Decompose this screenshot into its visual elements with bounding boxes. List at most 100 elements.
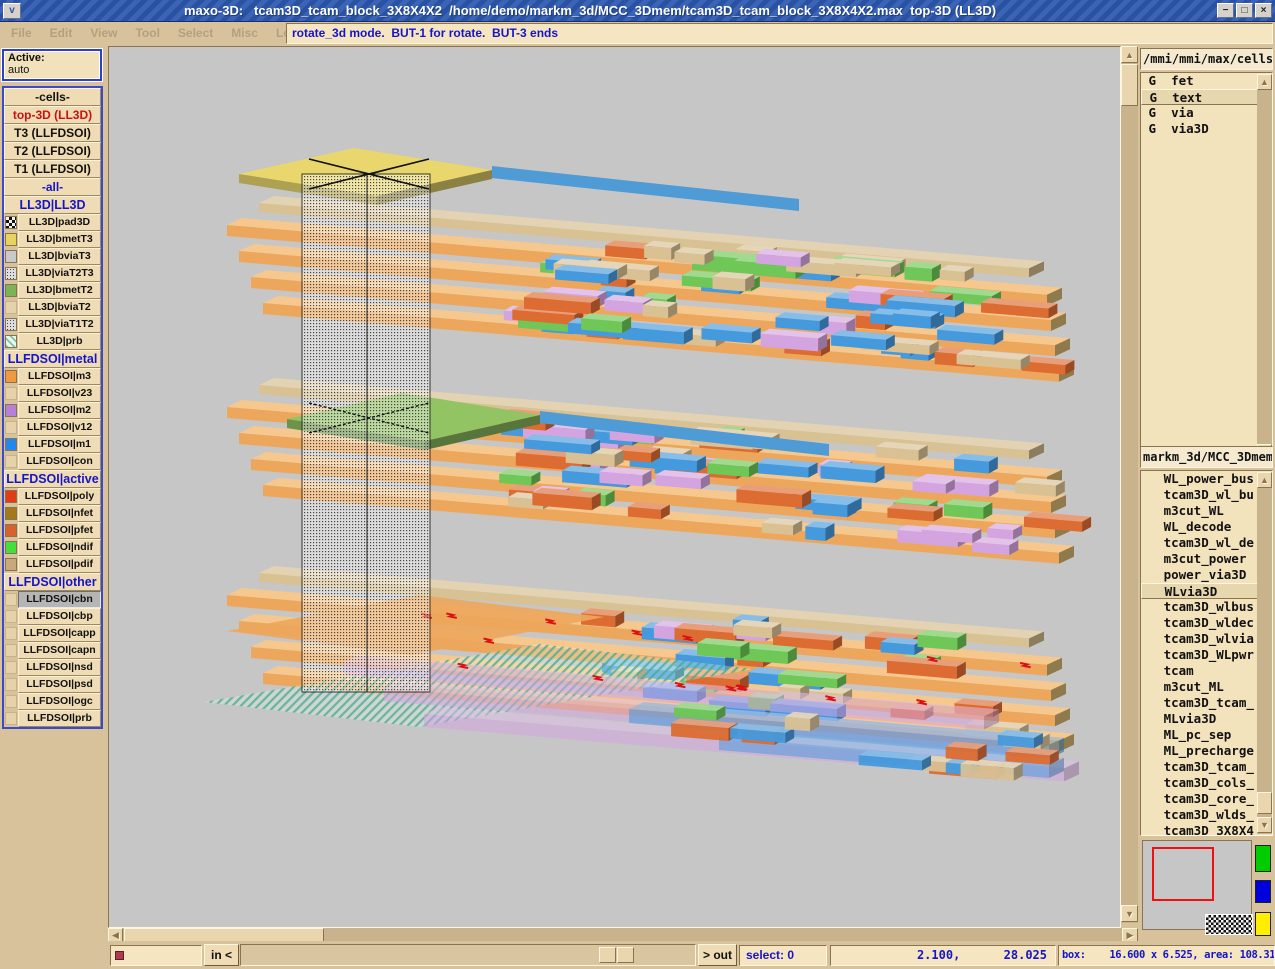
library-item-tcam3d-wlds-[interactable]: tcam3D_wlds_ [1141, 807, 1272, 823]
layer-swatch-cell[interactable] [4, 505, 18, 522]
layer-swatch-cell[interactable] [4, 522, 18, 539]
library-item-mlvia3d[interactable]: MLvia3D [1141, 711, 1272, 727]
layer-button-llfdsoi-cbp[interactable]: LLFDSOI|cbp [18, 608, 101, 625]
layer-button-llfdsoi-cbn[interactable]: LLFDSOI|cbn [18, 591, 101, 608]
layer-swatch-cell[interactable] [4, 556, 18, 573]
canvas-horizontal-scrollbar[interactable]: ◀ ▶ [108, 928, 1138, 942]
library-item-m3cut-ml[interactable]: m3cut_ML [1141, 679, 1272, 695]
cells-list-scrollbar[interactable]: ▲ ▼ [1257, 74, 1272, 460]
layer-swatch-cell[interactable] [4, 385, 18, 402]
layer-swatch-cell[interactable] [4, 231, 18, 248]
command-input-thumb-2[interactable] [617, 947, 634, 963]
layer-button-llfdsoi-capn[interactable]: LLFDSOI|capn [18, 642, 101, 659]
layer-swatch-cell[interactable] [4, 248, 18, 265]
layer-button-ll3d-bviat3[interactable]: LL3D|bviaT3 [18, 248, 101, 265]
cells-scroll-up-button[interactable]: ▲ [1257, 74, 1272, 90]
layer-swatch-cell[interactable] [4, 608, 18, 625]
layer-swatch-cell[interactable] [4, 419, 18, 436]
layer-swatch-cell[interactable] [4, 453, 18, 470]
maximize-button[interactable]: □ [1236, 3, 1253, 18]
library-scroll-thumb[interactable] [1257, 792, 1272, 814]
layer-button-llfdsoi-pdif[interactable]: LLFDSOI|pdif [18, 556, 101, 573]
library-item-wl-power-bus[interactable]: WL_power_bus [1141, 471, 1272, 487]
layer-button-llfdsoi-psd[interactable]: LLFDSOI|psd [18, 676, 101, 693]
layer-swatch-cell[interactable] [4, 214, 18, 231]
layer-button--cells-[interactable]: -cells- [4, 88, 101, 106]
scroll-down-button[interactable]: ▼ [1121, 905, 1138, 922]
layer-button-ll3d-bmett3[interactable]: LL3D|bmetT3 [18, 231, 101, 248]
layer-swatch-cell[interactable] [4, 710, 18, 727]
layer-button-top-3d-ll3d-[interactable]: top-3D (LL3D) [4, 106, 101, 124]
library-item-wlvia3d[interactable]: WLvia3D [1141, 583, 1272, 599]
library-item-tcam3d-wl-bu[interactable]: tcam3D_wl_bu [1141, 487, 1272, 503]
layer-button-t3-llfdsoi-[interactable]: T3 (LLFDSOI) [4, 124, 101, 142]
layer-button-llfdsoi-v23[interactable]: LLFDSOI|v23 [18, 385, 101, 402]
layer-button-llfdsoi-nsd[interactable]: LLFDSOI|nsd [18, 659, 101, 676]
library-item-power-via3d[interactable]: power_via3D [1141, 567, 1272, 583]
layer-swatch-cell[interactable] [4, 659, 18, 676]
layer-swatch-cell[interactable] [4, 368, 18, 385]
layer-swatch-cell[interactable] [4, 591, 18, 608]
layer-swatch-cell[interactable] [4, 282, 18, 299]
layer-button-ll3d-viat1t2[interactable]: LL3D|viaT1T2 [18, 316, 101, 333]
library-item-tcam3d-wldec[interactable]: tcam3D_wldec [1141, 615, 1272, 631]
library-list-scrollbar[interactable]: ▲ ▼ [1257, 472, 1272, 834]
library-item-tcam3d-3x8x4[interactable]: tcam3D_3X8X4 [1141, 823, 1272, 836]
scroll-up-button[interactable]: ▲ [1121, 46, 1138, 63]
layer-button-ll3d-bmett2[interactable]: LL3D|bmetT2 [18, 282, 101, 299]
menu-item-view[interactable]: View [81, 22, 126, 40]
layer-swatch-cell[interactable] [4, 676, 18, 693]
layer-button-t1-llfdsoi-[interactable]: T1 (LLFDSOI) [4, 160, 101, 178]
layer-button-llfdsoi-pfet[interactable]: LLFDSOI|pfet [18, 522, 101, 539]
command-input[interactable] [240, 944, 696, 966]
layer-button-llfdsoi-capp[interactable]: LLFDSOI|capp [18, 625, 101, 642]
library-item-tcam3d-tcam-[interactable]: tcam3D_tcam_ [1141, 759, 1272, 775]
layer-button-ll3d-prb[interactable]: LL3D|prb [18, 333, 101, 350]
command-input-thumb-1[interactable] [599, 947, 616, 963]
layer-swatch-cell[interactable] [4, 488, 18, 505]
library-item-m3cut-power[interactable]: m3cut_power [1141, 551, 1272, 567]
command-in-button[interactable]: in < [204, 944, 239, 966]
cell-item-via3d[interactable]: G via3D [1141, 121, 1272, 137]
layer-button-llfdsoi-prb[interactable]: LLFDSOI|prb [18, 710, 101, 727]
layer-button--all-[interactable]: -all- [4, 178, 101, 196]
library-item-tcam3d-tcam-[interactable]: tcam3D_tcam_ [1141, 695, 1272, 711]
minimap-view-rectangle[interactable] [1152, 847, 1214, 901]
layer-button-llfdsoi-poly[interactable]: LLFDSOI|poly [18, 488, 101, 505]
layer-button-llfdsoi-m2[interactable]: LLFDSOI|m2 [18, 402, 101, 419]
library-item-tcam3d-wl-de[interactable]: tcam3D_wl_de [1141, 535, 1272, 551]
layer-swatch-cell[interactable] [4, 436, 18, 453]
library-item-wl-decode[interactable]: WL_decode [1141, 519, 1272, 535]
scroll-right-button[interactable]: ▶ [1122, 928, 1138, 942]
minimize-button[interactable]: − [1217, 3, 1234, 18]
layer-button-ll3d-pad3d[interactable]: LL3D|pad3D [18, 214, 101, 231]
layer-swatch-cell[interactable] [4, 299, 18, 316]
close-button[interactable]: × [1255, 3, 1272, 18]
scroll-left-button[interactable]: ◀ [108, 928, 123, 942]
layer-swatch-cell[interactable] [4, 693, 18, 710]
menu-item-select[interactable]: Select [169, 22, 222, 40]
layer-swatch-cell[interactable] [4, 625, 18, 642]
palette-swatch-checker[interactable] [1205, 914, 1253, 935]
library-scroll-down-button[interactable]: ▼ [1257, 817, 1272, 833]
layer-button-ll3d-viat2t3[interactable]: LL3D|viaT2T3 [18, 265, 101, 282]
horizontal-scroll-thumb[interactable] [124, 928, 324, 942]
library-item-ml-pc-sep[interactable]: ML_pc_sep [1141, 727, 1272, 743]
menu-item-tool[interactable]: Tool [126, 22, 168, 40]
active-cell-box[interactable]: Active: auto [2, 49, 102, 81]
layer-swatch-cell[interactable] [4, 316, 18, 333]
library-item-tcam[interactable]: tcam [1141, 663, 1272, 679]
library-item-tcam3d-wlvia[interactable]: tcam3D_wlvia [1141, 631, 1272, 647]
library-item-tcam3d-core-[interactable]: tcam3D_core_ [1141, 791, 1272, 807]
library-item-m3cut-wl[interactable]: m3cut_WL [1141, 503, 1272, 519]
palette-swatch-green[interactable] [1255, 845, 1271, 872]
layer-button-llfdsoi-ndif[interactable]: LLFDSOI|ndif [18, 539, 101, 556]
canvas-vertical-scrollbar[interactable]: ▲ ▼ [1121, 46, 1138, 923]
layout-3d-canvas[interactable] [108, 46, 1121, 928]
library-item-tcam3d-cols-[interactable]: tcam3D_cols_ [1141, 775, 1272, 791]
cell-item-fet[interactable]: G fet [1141, 73, 1272, 89]
library-cell-list[interactable]: WL_power_bus tcam3D_wl_bu m3cut_WL WL_de… [1140, 470, 1273, 836]
menu-item-misc[interactable]: Misc [222, 22, 267, 40]
library-scroll-up-button[interactable]: ▲ [1257, 472, 1272, 488]
layer-button-ll3d-bviat2[interactable]: LL3D|bviaT2 [18, 299, 101, 316]
